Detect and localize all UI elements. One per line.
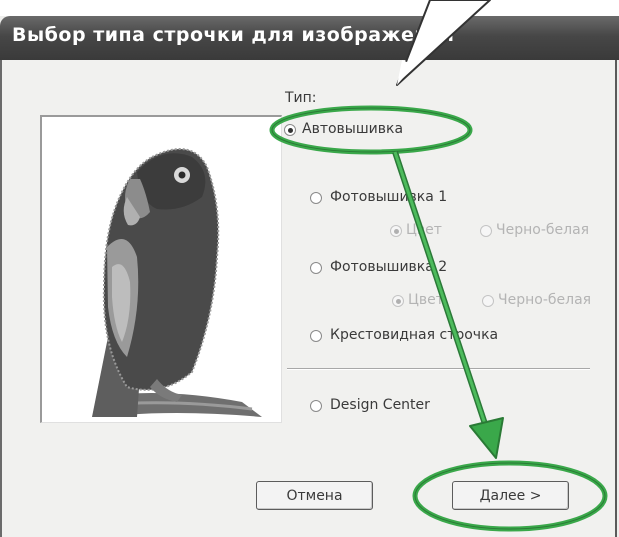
label-photo2-color: Цвет xyxy=(408,292,444,308)
radio-photo2-bw[interactable] xyxy=(482,295,494,307)
radio-selected-dot xyxy=(396,299,401,304)
label-photo2-bw: Черно-белая xyxy=(498,292,592,308)
window-title: Выбор типа строчки для изображения xyxy=(12,24,455,46)
radio-selected-dot xyxy=(288,128,293,133)
type-label: Тип: xyxy=(285,90,317,106)
parrot-preview-image xyxy=(92,148,262,417)
label-auto-embroidery[interactable]: Автовышивка xyxy=(302,121,403,137)
label-photo1-bw: Черно-белая xyxy=(496,222,590,238)
radio-photo1-bw[interactable] xyxy=(480,225,492,237)
radio-selected-dot xyxy=(394,229,399,234)
label-photo1-color: Цвет xyxy=(406,222,442,238)
title-bar[interactable]: Выбор типа строчки для изображения xyxy=(0,16,619,60)
radio-design-center[interactable] xyxy=(310,400,322,412)
label-cross-stitch[interactable]: Крестовидная строчка xyxy=(330,327,498,343)
separator-line xyxy=(287,368,590,370)
image-preview xyxy=(40,115,282,423)
cancel-button[interactable]: Отмена xyxy=(256,481,373,510)
label-photo-embroidery-2[interactable]: Фотовышивка 2 xyxy=(330,259,447,275)
label-design-center[interactable]: Design Center xyxy=(330,397,430,413)
radio-photo2-color[interactable] xyxy=(392,295,404,307)
radio-cross-stitch[interactable] xyxy=(310,330,322,342)
next-button[interactable]: Далее > xyxy=(452,481,569,510)
label-photo-embroidery-1[interactable]: Фотовышивка 1 xyxy=(330,189,447,205)
radio-auto-embroidery[interactable] xyxy=(284,124,296,136)
radio-photo-embroidery-1[interactable] xyxy=(310,192,322,204)
radio-photo-embroidery-2[interactable] xyxy=(310,262,322,274)
radio-photo1-color[interactable] xyxy=(390,225,402,237)
